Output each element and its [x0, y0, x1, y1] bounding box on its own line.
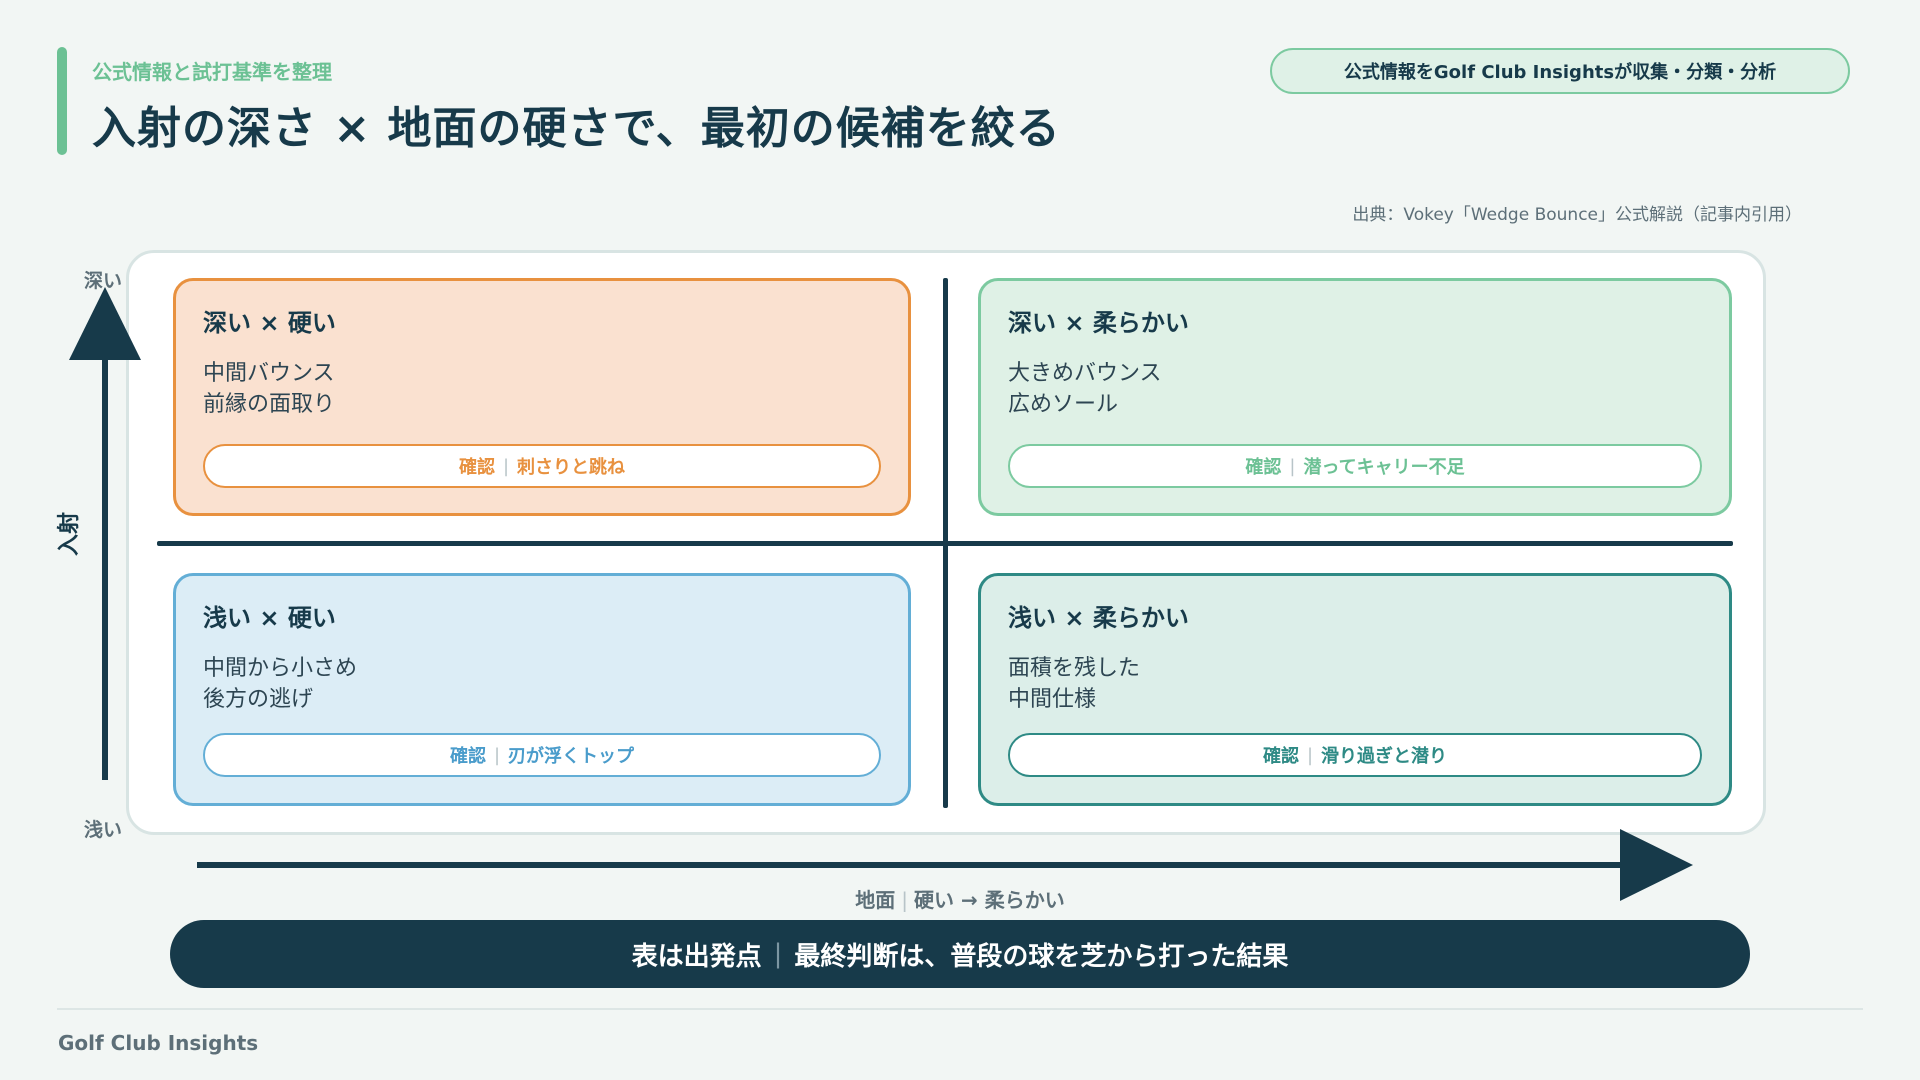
separator: | — [901, 888, 909, 912]
axis-arrows — [69, 287, 1693, 901]
separator: | — [773, 939, 783, 969]
banner-part2: 最終判断は、普段の球を芝から打った結果 — [794, 941, 1289, 972]
conclusion-banner: 表は出発点 | 最終判断は、普段の球を芝から打った結果 — [170, 920, 1750, 988]
x-axis-title-part2: 硬い → 柔らかい — [914, 888, 1065, 912]
x-axis-title: 地面 | 硬い → 柔らかい — [0, 884, 1920, 913]
y-axis-arrowhead — [69, 287, 141, 360]
footer-brand: Golf Club Insights — [58, 1031, 259, 1055]
x-axis-title-part1: 地面 — [855, 888, 896, 912]
y-axis-top-label: 深い — [84, 270, 123, 292]
banner-part1: 表は出発点 — [631, 941, 762, 972]
y-axis-title: 入射 — [57, 511, 83, 557]
y-axis-bottom-label: 浅い — [84, 819, 123, 841]
footer-divider — [57, 1008, 1863, 1010]
